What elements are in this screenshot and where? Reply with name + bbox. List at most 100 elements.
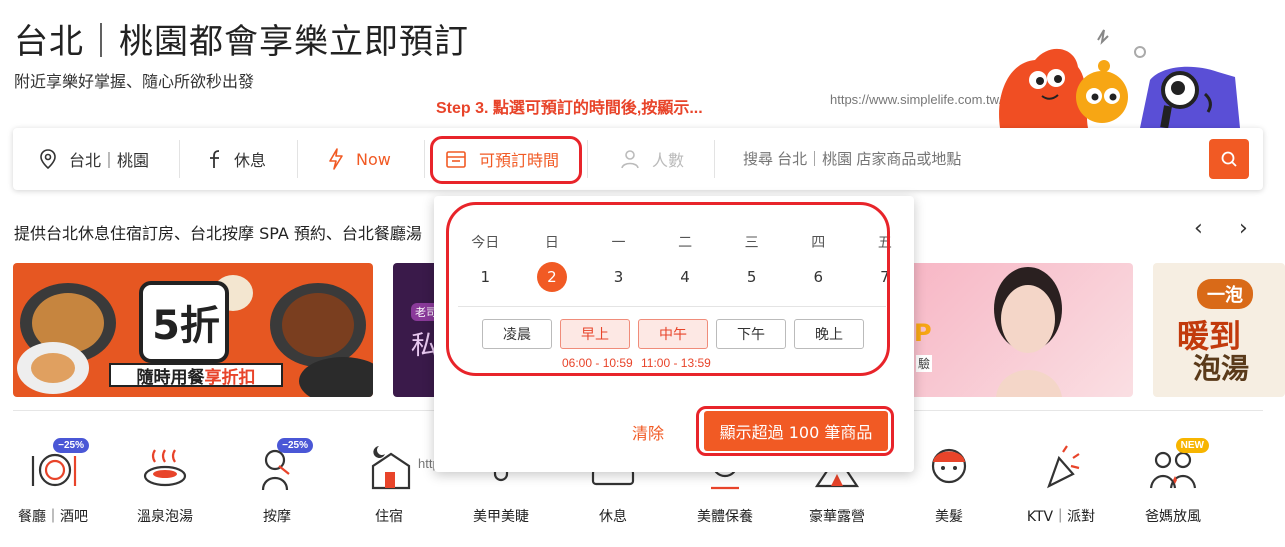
category-label: 豪華露營 <box>809 509 865 525</box>
category-lodging[interactable]: 住宿 <box>344 440 434 526</box>
banner-dining-big-text: 5折 <box>152 303 220 349</box>
slot-morning[interactable]: 早上 <box>560 319 630 349</box>
location-selector[interactable]: 台北｜桃園 <box>13 128 179 190</box>
intro-text: 提供台北休息住宿訂房、台北按摩 SPA 預約、台北餐廳湯 <box>14 224 422 243</box>
date-cell[interactable]: 1 <box>452 262 519 292</box>
show-results-button[interactable]: 顯示超過 100 筆商品 <box>704 411 888 451</box>
location-pin-icon <box>40 149 56 169</box>
cat-icon-wrap <box>361 440 417 492</box>
category-selector[interactable]: 休息 <box>180 128 297 190</box>
now-selector[interactable]: Now <box>298 128 424 190</box>
date-cell[interactable]: 4 <box>652 262 719 292</box>
banner-beauty[interactable]: P 驗 <box>896 263 1133 397</box>
divider <box>458 306 886 307</box>
date-cell[interactable]: 3 <box>585 262 652 292</box>
category-label: 美體保養 <box>697 509 753 525</box>
category-label: 餐廳｜酒吧 <box>18 509 88 525</box>
category-label: 美髮 <box>935 509 963 525</box>
weekday-label: 五 <box>877 235 892 251</box>
date-value: 4 <box>680 268 690 286</box>
category-label: 溫泉泡湯 <box>137 509 193 525</box>
slot-evening[interactable]: 晚上 <box>794 319 864 349</box>
weekday-header: 今日 日 一 二 三 四 五 <box>452 232 900 252</box>
search-input[interactable] <box>715 128 1209 190</box>
step-annotation: Step 3. 點選可預訂的時間後,按顯示... <box>436 100 703 117</box>
category-label: 住宿 <box>375 509 403 525</box>
banner-hotspring-top: 一泡 <box>1197 279 1253 309</box>
slot-time-noon: 11:00 - 13:59 <box>641 356 711 370</box>
time-selector[interactable]: 可預訂時間 <box>425 128 587 190</box>
cat-icon-wrap <box>921 440 977 492</box>
discount-badge: −25% <box>53 438 89 453</box>
time-slot-group: 凌晨 早上 中午 下午 晚上 <box>482 319 864 349</box>
date-cell-selected[interactable]: 2 <box>519 262 586 292</box>
banner-beauty-model-image <box>994 267 1062 397</box>
category-hair[interactable]: 美髮 <box>904 440 994 526</box>
date-cell[interactable]: 5 <box>718 262 785 292</box>
clear-button[interactable]: 清除 <box>632 420 664 444</box>
banner-dining-discount[interactable]: 5折 隨時用餐 享折扣 <box>13 263 373 397</box>
category-party[interactable]: KTV｜派對 <box>1016 440 1106 526</box>
date-value: 7 <box>880 268 890 286</box>
person-icon <box>621 150 639 169</box>
date-row: 1 2 3 4 5 6 7 <box>452 262 900 292</box>
location-label: 台北｜桃園 <box>69 151 150 170</box>
time-label: 可預訂時間 <box>479 151 560 170</box>
lightning-icon <box>329 148 343 170</box>
people-selector[interactable]: 人數 <box>588 128 714 190</box>
watermark: https://www.simplelife.com.tw/ <box>830 92 1003 107</box>
weekday-label: 二 <box>678 235 693 251</box>
banner-hotspring-line2: 泡湯 <box>1193 352 1250 385</box>
date-value: 3 <box>613 268 624 286</box>
people-label: 人數 <box>652 151 685 170</box>
slot-early-morning[interactable]: 凌晨 <box>482 319 552 349</box>
discount-badge: −25% <box>277 438 313 453</box>
banner-dining-caption-b: 享折扣 <box>204 367 256 388</box>
search-bar: 台北｜桃園 休息 Now 可預訂時間 人數 <box>13 128 1263 190</box>
weekday-label: 四 <box>811 235 826 251</box>
mascot-illustration <box>999 29 1240 128</box>
category-icon <box>210 150 220 168</box>
banner-hot-spring[interactable]: 一泡 暖到 泡湯 <box>1153 263 1285 397</box>
banner-dining-caption: 隨時用餐 享折扣 <box>109 363 283 388</box>
date-value: 1 <box>480 268 491 286</box>
cat-icon-wrap: NEW <box>1145 438 1209 492</box>
page-subtitle: 附近享樂好掌握、隨心所欲秒出發 <box>14 72 255 91</box>
date-cell[interactable]: 6 <box>785 262 852 292</box>
weekday-label: 三 <box>744 235 759 251</box>
cat-icon-wrap <box>137 440 193 492</box>
category-label: KTV｜派對 <box>1026 509 1096 525</box>
time-picker-popup: 今日 日 一 二 三 四 五 1 2 3 4 5 6 7 凌晨 早上 中午 下午… <box>434 196 914 472</box>
date-value: 6 <box>813 268 824 286</box>
search-button[interactable] <box>1209 139 1249 179</box>
banner-dining-caption-a: 隨時用餐 <box>136 367 205 388</box>
weekday-label: 今日 <box>471 235 500 251</box>
party-icon <box>1047 445 1080 489</box>
date-cell[interactable]: 7 <box>852 262 919 292</box>
slot-time-morning: 06:00 - 10:59 <box>562 356 633 370</box>
search-icon <box>1221 151 1237 167</box>
lodging-icon <box>371 446 411 490</box>
category-hot-spring[interactable]: 溫泉泡湯 <box>120 440 210 526</box>
page-title: 台北｜桃園都會享樂立即預訂 <box>14 22 469 62</box>
date-value: 5 <box>746 268 757 286</box>
cat-icon-wrap: −25% <box>25 438 89 492</box>
category-dining[interactable]: −25% 餐廳｜酒吧 <box>8 438 98 526</box>
cat-icon-wrap <box>1033 440 1089 492</box>
hot-spring-icon <box>143 449 187 487</box>
now-label: Now <box>356 149 391 169</box>
slot-afternoon[interactable]: 下午 <box>716 319 786 349</box>
category-label: 休息 <box>599 509 627 525</box>
slot-noon[interactable]: 中午 <box>638 319 708 349</box>
carousel-prev-button[interactable]: ‹ <box>1194 216 1203 241</box>
hair-icon <box>931 448 967 484</box>
date-value: 2 <box>536 262 567 292</box>
category-massage[interactable]: −25% 按摩 <box>232 438 322 526</box>
category-label: 美甲美睫 <box>473 509 529 525</box>
new-badge: NEW <box>1175 438 1209 453</box>
weekday-label: 一 <box>611 235 626 251</box>
weekday-label: 日 <box>544 235 559 251</box>
carousel-next-button[interactable]: › <box>1239 216 1248 241</box>
category-family[interactable]: NEW 爸媽放風 <box>1128 438 1218 526</box>
category-label: 按摩 <box>263 509 291 525</box>
